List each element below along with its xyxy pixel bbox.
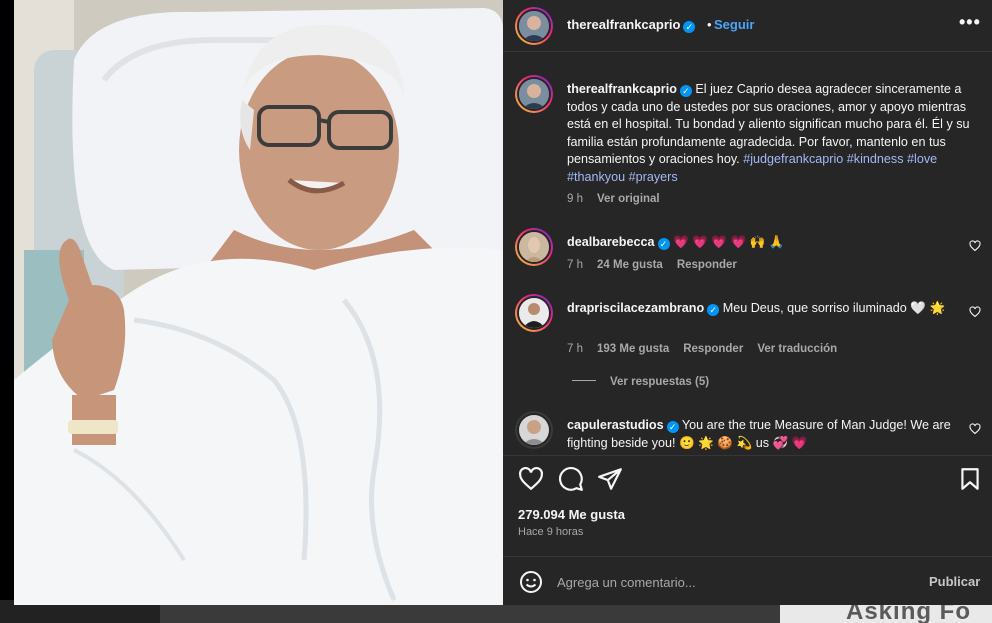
caption-avatar[interactable] [515,75,553,113]
comment-body: 💗 💗 💗 💗 🙌 🙏 [673,235,785,249]
comment-input[interactable] [557,572,907,592]
reply-button[interactable]: Responder [677,259,737,271]
comment-text: drapriscilacezambrano ✓ Meu Deus, que sor… [567,300,971,318]
like-comment-heart-icon[interactable] [969,423,981,435]
comment-time: 7 h [567,259,583,271]
commenter-avatar-image [519,415,549,445]
author-avatar-image [519,11,549,41]
more-options-icon[interactable]: ••• [959,12,981,33]
comment-text: dealbarebecca ✓ 💗 💗 💗 💗 🙌 🙏 [567,234,971,252]
post-photo[interactable] [14,0,503,605]
view-replies-button[interactable]: Ver respuestas (5) [572,376,709,388]
verified-badge-icon: ✓ [657,238,670,250]
comment-likes[interactable]: 24 Me gusta [597,259,663,271]
comment-username[interactable]: drapriscilacezambrano ✓ [567,301,720,316]
like-heart-icon[interactable] [518,466,544,492]
save-bookmark-icon[interactable] [957,466,983,492]
post-side-panel: therealfrankcaprio ✓ • Seguir ••• thereal… [503,0,992,605]
translate-button[interactable]: Ver traducción [757,343,837,355]
comment-username[interactable]: dealbarebecca ✓ [567,235,670,250]
comment-bubble-icon[interactable] [558,466,584,492]
caption-text: therealfrankcaprio ✓ El juez Caprio desea… [567,81,971,186]
add-comment-bar: Publicar [503,556,992,606]
hospital-photo-illustration [14,0,503,605]
caption-username[interactable]: therealfrankcaprio ✓ [567,82,692,97]
share-paper-plane-icon[interactable] [597,466,623,492]
verified-badge-icon: ✓ [666,421,679,433]
publish-button[interactable]: Publicar [929,574,980,589]
comment-text: capulerastudios ✓ You are the true Measur… [567,417,971,452]
commenter-avatar[interactable] [515,294,553,332]
see-original-link[interactable]: Ver original [597,193,660,205]
follow-button[interactable]: Seguir [714,17,754,32]
reply-button[interactable]: Responder [683,343,743,355]
verified-badge-icon: ✓ [679,85,692,97]
commenter-avatar[interactable] [515,228,553,266]
commenter-avatar-image [519,298,549,328]
post-header: therealfrankcaprio ✓ • Seguir ••• [503,0,992,52]
commenter-avatar-image [519,232,549,262]
header-separator: • [707,17,712,32]
caption-avatar-image [519,79,549,109]
caption-meta: 9 h Ver original [567,193,674,205]
comment-username[interactable]: capulerastudios ✓ [567,418,679,433]
likes-count[interactable]: 279.094 Me gusta [518,507,625,522]
verified-badge-icon: ✓ [683,21,696,33]
like-comment-heart-icon[interactable] [969,240,981,252]
post-actions: 279.094 Me gusta Hace 9 horas Publicar [503,455,992,605]
comment-meta: 7 h 24 Me gusta Responder [567,259,751,271]
author-avatar[interactable] [515,7,553,45]
commenter-avatar[interactable] [515,411,553,449]
like-comment-heart-icon[interactable] [969,306,981,318]
replies-divider-line [572,380,596,381]
comment-body: Meu Deus, que sorriso iluminado 🤍 🌟 [722,301,946,315]
post-timestamp: Hace 9 horas [518,526,584,538]
author-username[interactable]: therealfrankcaprio ✓ [567,17,696,33]
caption-time: 9 h [567,193,583,205]
comment-likes[interactable]: 193 Me gusta [597,343,669,355]
comment-time: 7 h [567,343,583,355]
emoji-icon[interactable] [519,570,543,594]
verified-badge-icon: ✓ [707,304,720,316]
comment-meta: 7 h 193 Me gusta Responder Ver traducción [567,343,851,355]
